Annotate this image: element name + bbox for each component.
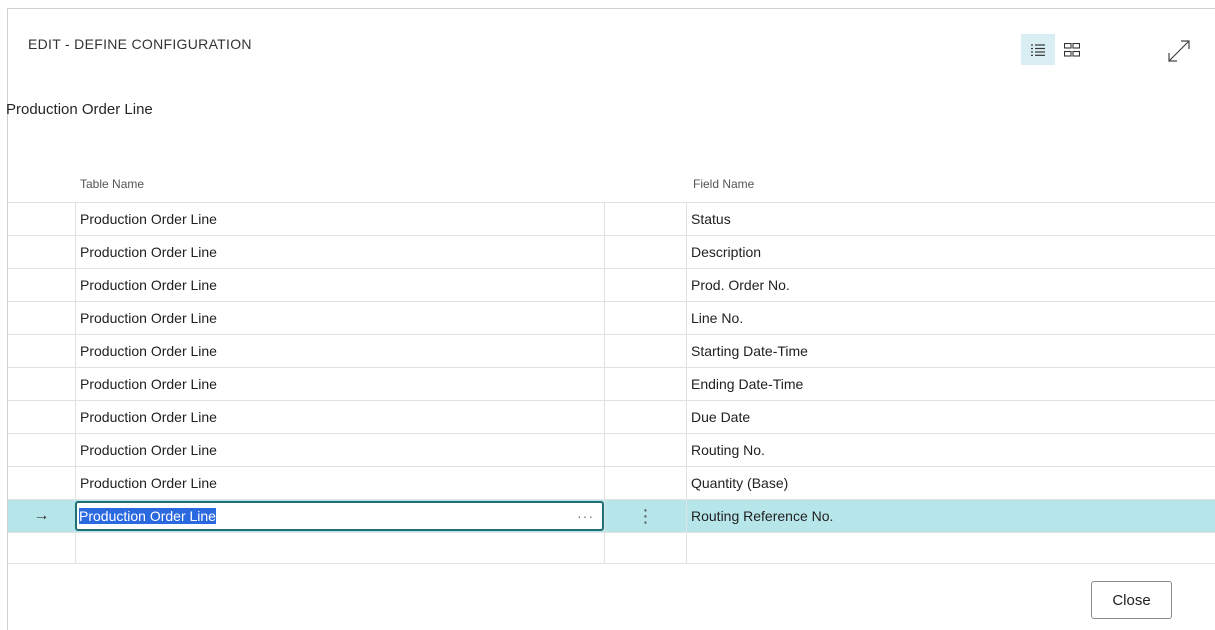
list-view-button[interactable]	[1021, 34, 1055, 65]
row-indicator	[8, 434, 75, 466]
row-indicator	[8, 269, 75, 301]
row-menu-cell	[604, 434, 686, 466]
row-menu-cell	[604, 302, 686, 334]
table-name-cell[interactable]: Production Order Line	[75, 203, 604, 235]
table-row[interactable]: Production Order Line Status	[8, 203, 1215, 236]
table-row[interactable]: Production Order Line Quantity (Base)	[8, 467, 1215, 500]
dialog-title: EDIT - DEFINE CONFIGURATION	[28, 36, 252, 52]
row-indicator	[8, 236, 75, 268]
table-name-cell[interactable]: Production Order Line	[75, 401, 604, 433]
table-name-cell[interactable]: Production Order Line	[75, 236, 604, 268]
row-menu-cell	[604, 533, 686, 563]
field-name-cell[interactable]: Ending Date-Time	[686, 368, 1215, 400]
row-indicator	[8, 335, 75, 367]
table-name-input[interactable]: Production Order Line ···	[75, 501, 604, 531]
row-menu-cell	[604, 467, 686, 499]
row-indicator	[8, 368, 75, 400]
table-name-cell[interactable]: Production Order Line	[75, 269, 604, 301]
table-name-cell[interactable]	[75, 533, 604, 563]
row-indicator	[8, 401, 75, 433]
table-row[interactable]: Production Order Line Line No.	[8, 302, 1215, 335]
tile-view-icon	[1064, 42, 1080, 57]
define-configuration-dialog: EDIT - DEFINE CONFIGURATION Production O…	[6, 8, 1215, 630]
table-name-cell[interactable]: Production Order Line	[75, 467, 604, 499]
field-name-cell[interactable]	[686, 533, 1215, 563]
lookup-ellipsis-button[interactable]: ···	[577, 503, 594, 529]
table-row-selected[interactable]: → Production Order Line ··· ⋮ Routing Re…	[8, 500, 1215, 533]
table-row[interactable]: Production Order Line Description	[8, 236, 1215, 269]
field-name-cell[interactable]: Prod. Order No.	[686, 269, 1215, 301]
field-name-cell[interactable]: Routing Reference No.	[686, 500, 1215, 532]
selected-text: Production Order Line	[79, 508, 216, 524]
table-header: Table Name Field Name	[8, 169, 1215, 203]
table-row[interactable]: Production Order Line Prod. Order No.	[8, 269, 1215, 302]
table-row-empty[interactable]	[8, 533, 1215, 564]
row-menu-cell	[604, 368, 686, 400]
row-indicator	[8, 302, 75, 334]
table-name-cell[interactable]: Production Order Line	[75, 335, 604, 367]
current-row-arrow-icon: →	[33, 507, 50, 524]
table-row[interactable]: Production Order Line Due Date	[8, 401, 1215, 434]
row-menu-cell	[604, 401, 686, 433]
row-indicator	[8, 467, 75, 499]
table-name-cell[interactable]: Production Order Line	[75, 434, 604, 466]
expand-icon	[1168, 40, 1190, 62]
field-name-cell[interactable]: Status	[686, 203, 1215, 235]
page-subtitle: Production Order Line	[6, 101, 153, 118]
configuration-table: Table Name Field Name Production Order L…	[8, 169, 1215, 564]
row-menu-cell	[604, 236, 686, 268]
row-menu-cell	[604, 203, 686, 235]
field-name-cell[interactable]: Starting Date-Time	[686, 335, 1215, 367]
column-header-table-name[interactable]: Table Name	[80, 177, 144, 191]
row-menu-cell	[604, 335, 686, 367]
row-indicator	[8, 203, 75, 235]
expand-button[interactable]	[1164, 34, 1194, 68]
row-menu-cell	[604, 269, 686, 301]
field-name-cell[interactable]: Routing No.	[686, 434, 1215, 466]
table-name-cell[interactable]: Production Order Line	[75, 368, 604, 400]
table-row[interactable]: Production Order Line Starting Date-Time	[8, 335, 1215, 368]
table-row[interactable]: Production Order Line Ending Date-Time	[8, 368, 1215, 401]
table-row[interactable]: Production Order Line Routing No.	[8, 434, 1215, 467]
row-actions-menu-icon[interactable]: ⋮	[604, 500, 686, 532]
row-indicator	[8, 533, 75, 563]
field-name-cell[interactable]: Description	[686, 236, 1215, 268]
column-header-field-name[interactable]: Field Name	[693, 177, 754, 191]
table-name-cell[interactable]: Production Order Line	[75, 302, 604, 334]
field-name-cell[interactable]: Quantity (Base)	[686, 467, 1215, 499]
tile-view-button[interactable]	[1055, 34, 1089, 65]
field-name-cell[interactable]: Due Date	[686, 401, 1215, 433]
close-button[interactable]: Close	[1091, 581, 1172, 619]
field-name-cell[interactable]: Line No.	[686, 302, 1215, 334]
list-view-icon	[1031, 43, 1045, 56]
